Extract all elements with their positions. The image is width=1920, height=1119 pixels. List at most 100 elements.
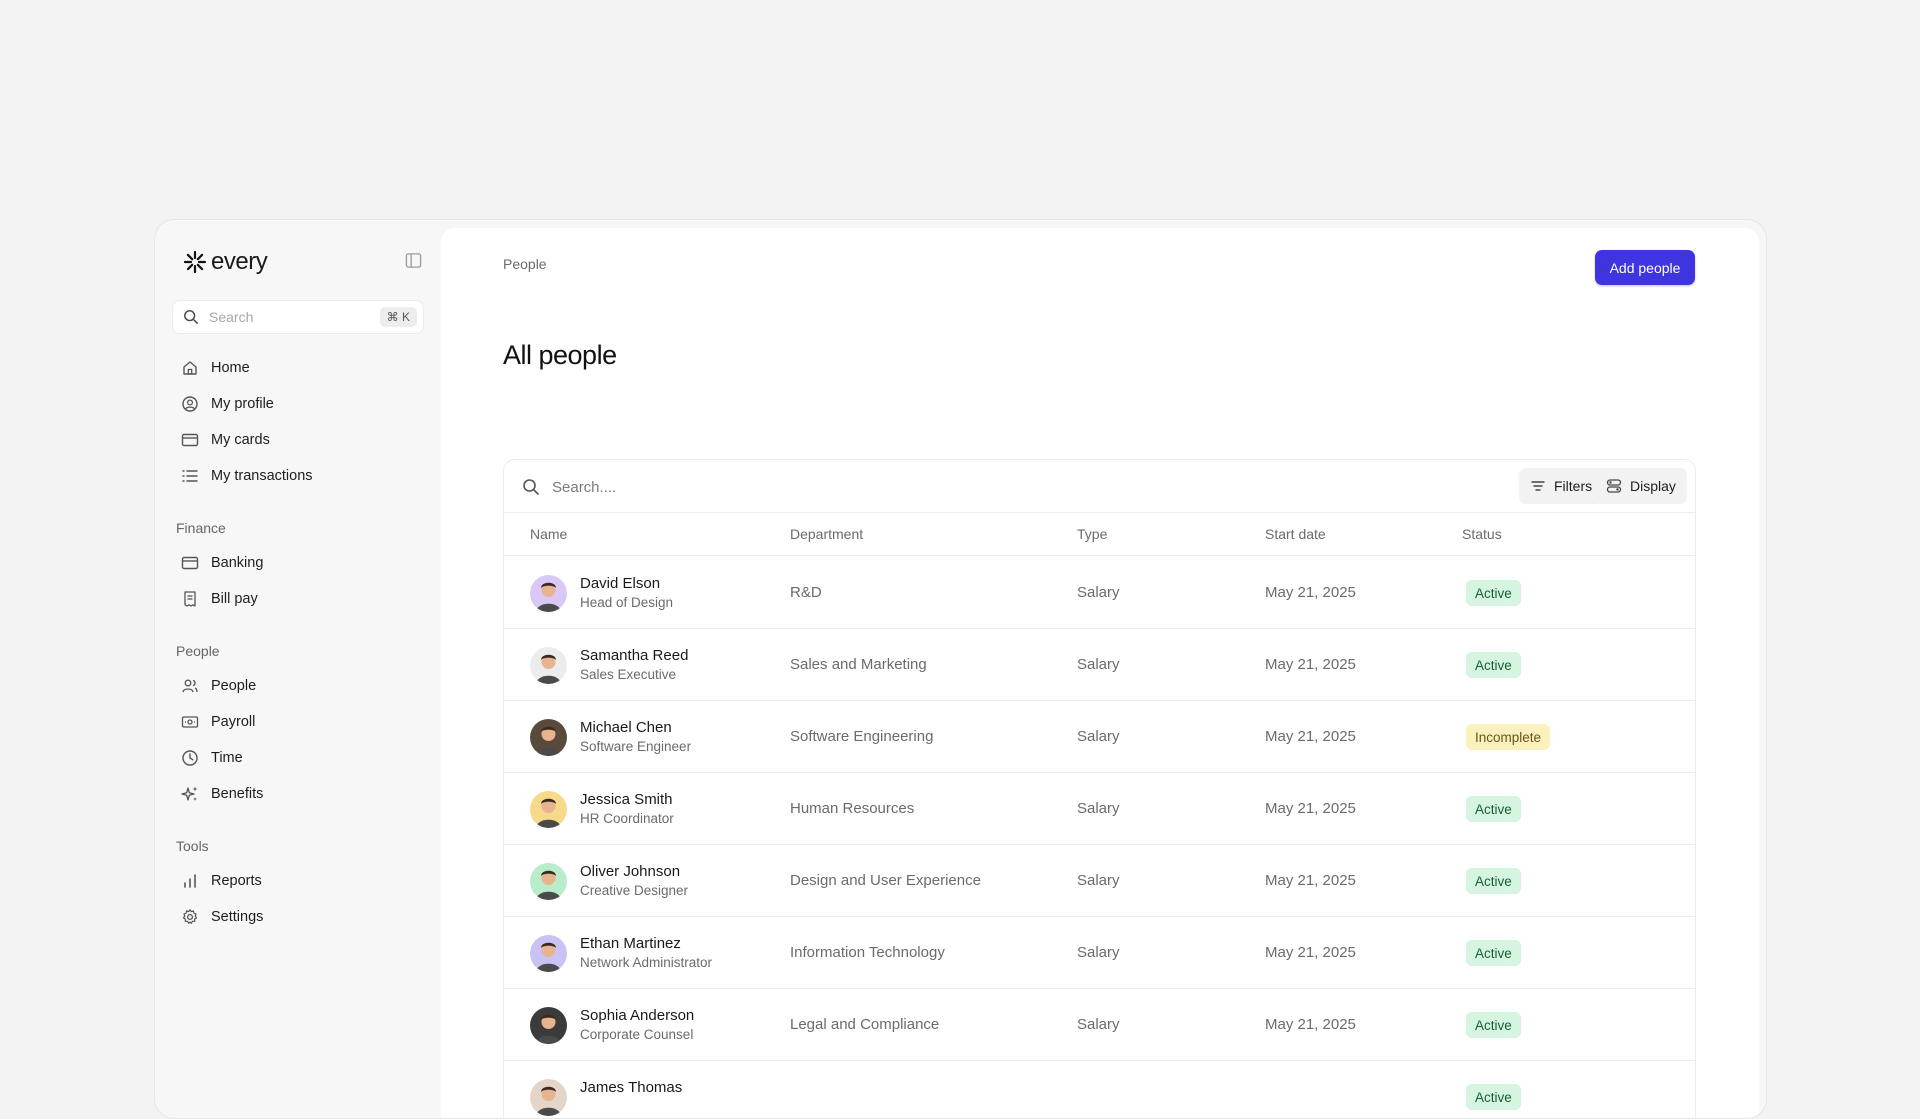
app-window: every Search ⌘ K Home My profile My card… xyxy=(154,219,1767,1119)
avatar xyxy=(530,863,567,900)
department-cell: Information Technology xyxy=(790,944,945,961)
person-name[interactable]: Ethan Martinez xyxy=(580,935,681,952)
people-icon xyxy=(182,679,198,693)
status-badge: Active xyxy=(1466,652,1521,678)
table-search-input[interactable] xyxy=(552,472,1352,502)
column-header-start-date[interactable]: Start date xyxy=(1265,526,1326,542)
brand-logo[interactable]: every xyxy=(183,248,268,276)
department-cell: R&D xyxy=(790,584,822,601)
sidebar-item-settings[interactable]: Settings xyxy=(181,905,263,929)
sidebar-item-label: My transactions xyxy=(211,468,313,484)
table-header: Name Department Type Start date Status xyxy=(504,513,1695,556)
table-row[interactable]: Ethan Martinez Network Administrator Infor… xyxy=(504,917,1695,989)
avatar-person-icon xyxy=(536,870,561,900)
sidebar-item-my-cards[interactable]: My cards xyxy=(181,428,270,452)
person-name[interactable]: David Elson xyxy=(580,575,660,592)
display-button[interactable]: Display xyxy=(1595,468,1687,504)
main-panel: People Add people All people Search.... … xyxy=(441,228,1759,1118)
sidebar-item-label: My cards xyxy=(211,432,270,448)
avatar xyxy=(530,719,567,756)
user-circle-icon xyxy=(182,396,198,412)
sidebar-item-label: Home xyxy=(211,360,250,376)
person-role: Corporate Counsel xyxy=(580,1027,694,1042)
table-row[interactable]: James Thomas Active xyxy=(504,1061,1695,1118)
avatar xyxy=(530,1079,567,1116)
column-header-department[interactable]: Department xyxy=(790,526,863,542)
start-date-cell: May 21, 2025 xyxy=(1265,584,1356,601)
avatar-person-icon xyxy=(536,1014,561,1044)
avatar xyxy=(530,791,567,828)
start-date-cell: May 21, 2025 xyxy=(1265,800,1356,817)
avatar-person-icon xyxy=(536,654,561,684)
person-name[interactable]: Oliver Johnson xyxy=(580,863,680,880)
breadcrumb[interactable]: People xyxy=(503,256,547,272)
sidebar-item-bill-pay[interactable]: Bill pay xyxy=(181,587,258,611)
department-cell: Human Resources xyxy=(790,800,915,817)
person-name[interactable]: Michael Chen xyxy=(580,719,672,736)
status-badge: Active xyxy=(1466,1012,1521,1038)
sidebar-item-banking[interactable]: Banking xyxy=(181,551,263,575)
status-badge: Active xyxy=(1466,868,1521,894)
start-date-cell: May 21, 2025 xyxy=(1265,944,1356,961)
status-badge: Active xyxy=(1466,796,1521,822)
person-name[interactable]: Samantha Reed xyxy=(580,647,688,664)
start-date-cell: May 21, 2025 xyxy=(1265,872,1356,889)
people-table: Filters Display Name Department Type Sta… xyxy=(503,459,1696,1118)
sidebar-item-label: Time xyxy=(211,750,243,766)
sidebar-search[interactable]: Search ⌘ K xyxy=(172,300,424,334)
card-icon xyxy=(181,433,199,447)
person-role: Head of Design xyxy=(580,595,674,610)
sidebar-item-my-transactions[interactable]: My transactions xyxy=(181,464,313,488)
table-row[interactable]: David Elson Head of Design R&D Salary May 21… xyxy=(504,557,1695,629)
avatar xyxy=(530,1007,567,1044)
table-row[interactable]: Jessica Smith HR Coordinator Human Resourc… xyxy=(504,773,1695,845)
person-role: Creative Designer xyxy=(580,883,689,898)
type-cell: Salary xyxy=(1077,656,1120,673)
sidebar-item-my-profile[interactable]: My profile xyxy=(181,392,274,416)
avatar-person-icon xyxy=(536,942,561,972)
table-row[interactable]: Sophia Anderson Corporate Counsel Legal an… xyxy=(504,989,1695,1061)
brand-sunburst-icon xyxy=(183,250,207,274)
filters-label: Filters xyxy=(1554,478,1593,494)
page-title: All people xyxy=(503,340,617,370)
search-icon xyxy=(523,479,539,495)
type-cell: Salary xyxy=(1077,584,1120,601)
table-row[interactable]: Oliver Johnson Creative Designer Design an… xyxy=(504,845,1695,917)
bank-card-icon xyxy=(181,556,199,570)
column-header-type[interactable]: Type xyxy=(1077,526,1107,542)
gear-icon xyxy=(182,909,198,924)
add-people-button[interactable]: Add people xyxy=(1595,250,1695,285)
payroll-icon xyxy=(181,716,199,728)
avatar-person-icon xyxy=(536,582,561,612)
sidebar-item-people[interactable]: People xyxy=(181,674,256,698)
brand-name: every xyxy=(211,248,268,275)
sidebar-toggle-button[interactable] xyxy=(404,251,422,269)
sidebar-item-reports[interactable]: Reports xyxy=(181,869,262,893)
table-row[interactable]: Samantha Reed Sales Executive Sales and Ma… xyxy=(504,629,1695,701)
column-header-status[interactable]: Status xyxy=(1462,526,1502,542)
sidebar-item-benefits[interactable]: Benefits xyxy=(181,782,263,806)
person-role: HR Coordinator xyxy=(580,811,674,826)
person-name[interactable]: James Thomas xyxy=(580,1079,682,1096)
display-label: Display xyxy=(1630,478,1676,494)
sidebar-item-time[interactable]: Time xyxy=(181,746,243,770)
sidebar-item-payroll[interactable]: Payroll xyxy=(181,710,255,734)
sidebar-item-home[interactable]: Home xyxy=(181,356,250,380)
sidebar-item-label: Payroll xyxy=(211,714,256,730)
avatar-person-icon xyxy=(536,1086,561,1116)
status-badge: Incomplete xyxy=(1466,724,1551,750)
department-cell: Design and User Experience xyxy=(790,872,981,889)
status-badge: Active xyxy=(1466,1084,1521,1110)
sidebar-panel-icon xyxy=(405,252,421,268)
table-row[interactable]: Michael Chen Software Engineer Software En… xyxy=(504,701,1695,773)
home-icon xyxy=(183,361,197,375)
person-role: Software Engineer xyxy=(580,739,692,754)
person-name[interactable]: Sophia Anderson xyxy=(580,1007,694,1024)
column-header-name[interactable]: Name xyxy=(530,526,567,542)
start-date-cell: May 21, 2025 xyxy=(1265,1016,1356,1033)
person-name[interactable]: Jessica Smith xyxy=(580,791,673,808)
filters-button[interactable]: Filters xyxy=(1519,468,1604,504)
sidebar-item-label: Bill pay xyxy=(211,591,258,607)
department-cell: Software Engineering xyxy=(790,728,934,745)
sidebar-item-label: Reports xyxy=(211,873,262,889)
